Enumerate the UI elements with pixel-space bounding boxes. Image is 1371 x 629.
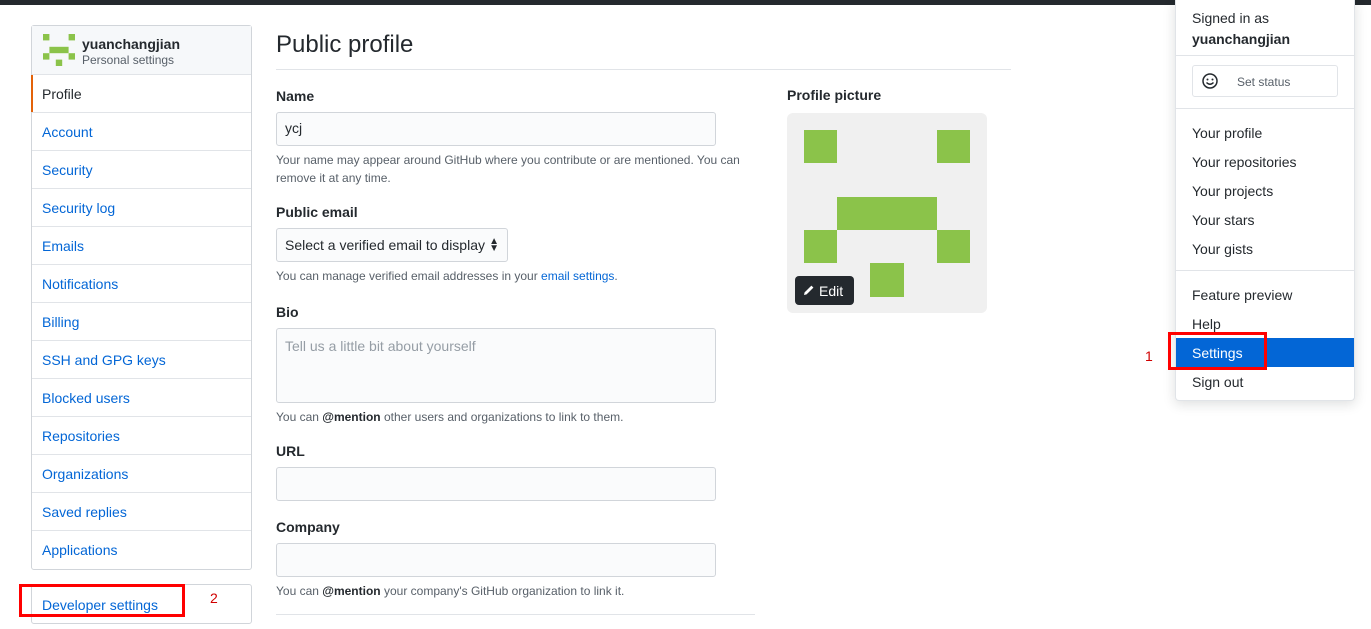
- name-input[interactable]: ycj: [276, 112, 716, 146]
- company-input[interactable]: [276, 543, 716, 577]
- avatar-pixel: [937, 130, 970, 163]
- dropdown-divider: [1176, 55, 1354, 56]
- dropdown-divider: [1176, 108, 1354, 109]
- bio-textarea[interactable]: Tell us a little bit about yourself: [276, 328, 716, 403]
- dropdown-username: yuanchangjian: [1192, 31, 1291, 47]
- menu-your-projects[interactable]: Your projects: [1192, 183, 1273, 199]
- edit-button-label: Edit: [819, 283, 844, 299]
- signed-in-as-text: Signed in as: [1192, 10, 1270, 26]
- company-note-suffix: your company's GitHub organization to li…: [380, 584, 625, 598]
- public-email-label: Public email: [276, 204, 358, 220]
- avatar-pixel: [804, 230, 837, 263]
- sidebar-subtitle: Personal settings: [82, 53, 175, 67]
- set-status-label: Set status: [1237, 75, 1291, 89]
- settings-sidebar: yuanchangjian Personal settings Profile …: [31, 25, 252, 570]
- profile-picture-label: Profile picture: [787, 87, 882, 103]
- bio-note-prefix: You can: [276, 410, 323, 424]
- title-divider: [276, 69, 1011, 70]
- sidebar-item-account[interactable]: Account: [32, 113, 251, 151]
- avatar-pixel: [937, 230, 970, 263]
- top-header-bar: [0, 0, 1371, 5]
- menu-your-profile[interactable]: Your profile: [1192, 125, 1262, 141]
- sidebar-item-applications[interactable]: Applications: [32, 531, 251, 569]
- user-avatar: [43, 34, 75, 66]
- developer-settings-link[interactable]: Developer settings: [31, 584, 252, 624]
- menu-settings[interactable]: Settings: [1176, 338, 1354, 367]
- smiley-icon: [1202, 73, 1218, 89]
- avatar-pixel: [837, 197, 937, 230]
- company-help-text: You can @mention your company's GitHub o…: [276, 582, 624, 600]
- sidebar-item-security[interactable]: Security: [32, 151, 251, 189]
- edit-picture-button[interactable]: Edit: [795, 276, 854, 305]
- bio-help-text: You can @mention other users and organiz…: [276, 408, 623, 426]
- company-note-prefix: You can: [276, 584, 323, 598]
- public-email-select[interactable]: Select a verified email to display ▲ ▼: [276, 228, 508, 262]
- public-email-select-value: Select a verified email to display: [285, 237, 485, 253]
- email-note-suffix: .: [614, 269, 618, 283]
- sidebar-header: yuanchangjian Personal settings: [32, 26, 251, 75]
- sidebar-item-ssh-gpg-keys[interactable]: SSH and GPG keys: [32, 341, 251, 379]
- name-label: Name: [276, 88, 315, 104]
- url-label: URL: [276, 443, 305, 459]
- page-title: Public profile: [276, 31, 414, 58]
- pencil-icon: [803, 283, 815, 299]
- sidebar-item-notifications[interactable]: Notifications: [32, 265, 251, 303]
- sidebar-item-emails[interactable]: Emails: [32, 227, 251, 265]
- sidebar-item-organizations[interactable]: Organizations: [32, 455, 251, 493]
- sidebar-item-security-log[interactable]: Security log: [32, 189, 251, 227]
- set-status-button[interactable]: Set status: [1192, 65, 1338, 97]
- sidebar-item-saved-replies[interactable]: Saved replies: [32, 493, 251, 531]
- name-help-text: Your name may appear around GitHub where…: [276, 153, 740, 185]
- email-help-text: You can manage verified email addresses …: [276, 267, 618, 285]
- email-note-prefix: You can manage verified email addresses …: [276, 269, 542, 283]
- sidebar-username[interactable]: yuanchangjian: [82, 36, 180, 52]
- avatar-pixel: [870, 263, 904, 297]
- annotation-marker-1: 1: [1145, 348, 1153, 364]
- sidebar-item-repositories[interactable]: Repositories: [32, 417, 251, 455]
- company-mention: @mention: [322, 584, 381, 598]
- menu-your-repositories[interactable]: Your repositories: [1192, 154, 1297, 170]
- avatar-pixel: [804, 130, 837, 163]
- bio-mention: @mention: [322, 410, 381, 424]
- email-settings-link[interactable]: email settings: [541, 269, 614, 283]
- menu-your-stars[interactable]: Your stars: [1192, 212, 1255, 228]
- bottom-divider: [276, 614, 755, 615]
- user-dropdown-menu: Signed in as yuanchangjian Set status Yo…: [1175, 0, 1355, 401]
- sidebar-item-blocked-users[interactable]: Blocked users: [32, 379, 251, 417]
- menu-feature-preview[interactable]: Feature preview: [1192, 287, 1292, 303]
- url-input[interactable]: [276, 467, 716, 501]
- menu-sign-out[interactable]: Sign out: [1192, 374, 1243, 390]
- select-arrows-icon: ▲ ▼: [489, 236, 499, 254]
- sidebar-item-profile[interactable]: Profile: [31, 75, 251, 113]
- bio-label: Bio: [276, 304, 299, 320]
- menu-your-gists[interactable]: Your gists: [1192, 241, 1253, 257]
- sidebar-item-billing[interactable]: Billing: [32, 303, 251, 341]
- dropdown-divider: [1176, 270, 1354, 271]
- bio-note-suffix: other users and organizations to link to…: [380, 410, 624, 424]
- menu-help[interactable]: Help: [1192, 316, 1221, 332]
- company-label: Company: [276, 519, 340, 535]
- annotation-marker-2: 2: [210, 590, 218, 606]
